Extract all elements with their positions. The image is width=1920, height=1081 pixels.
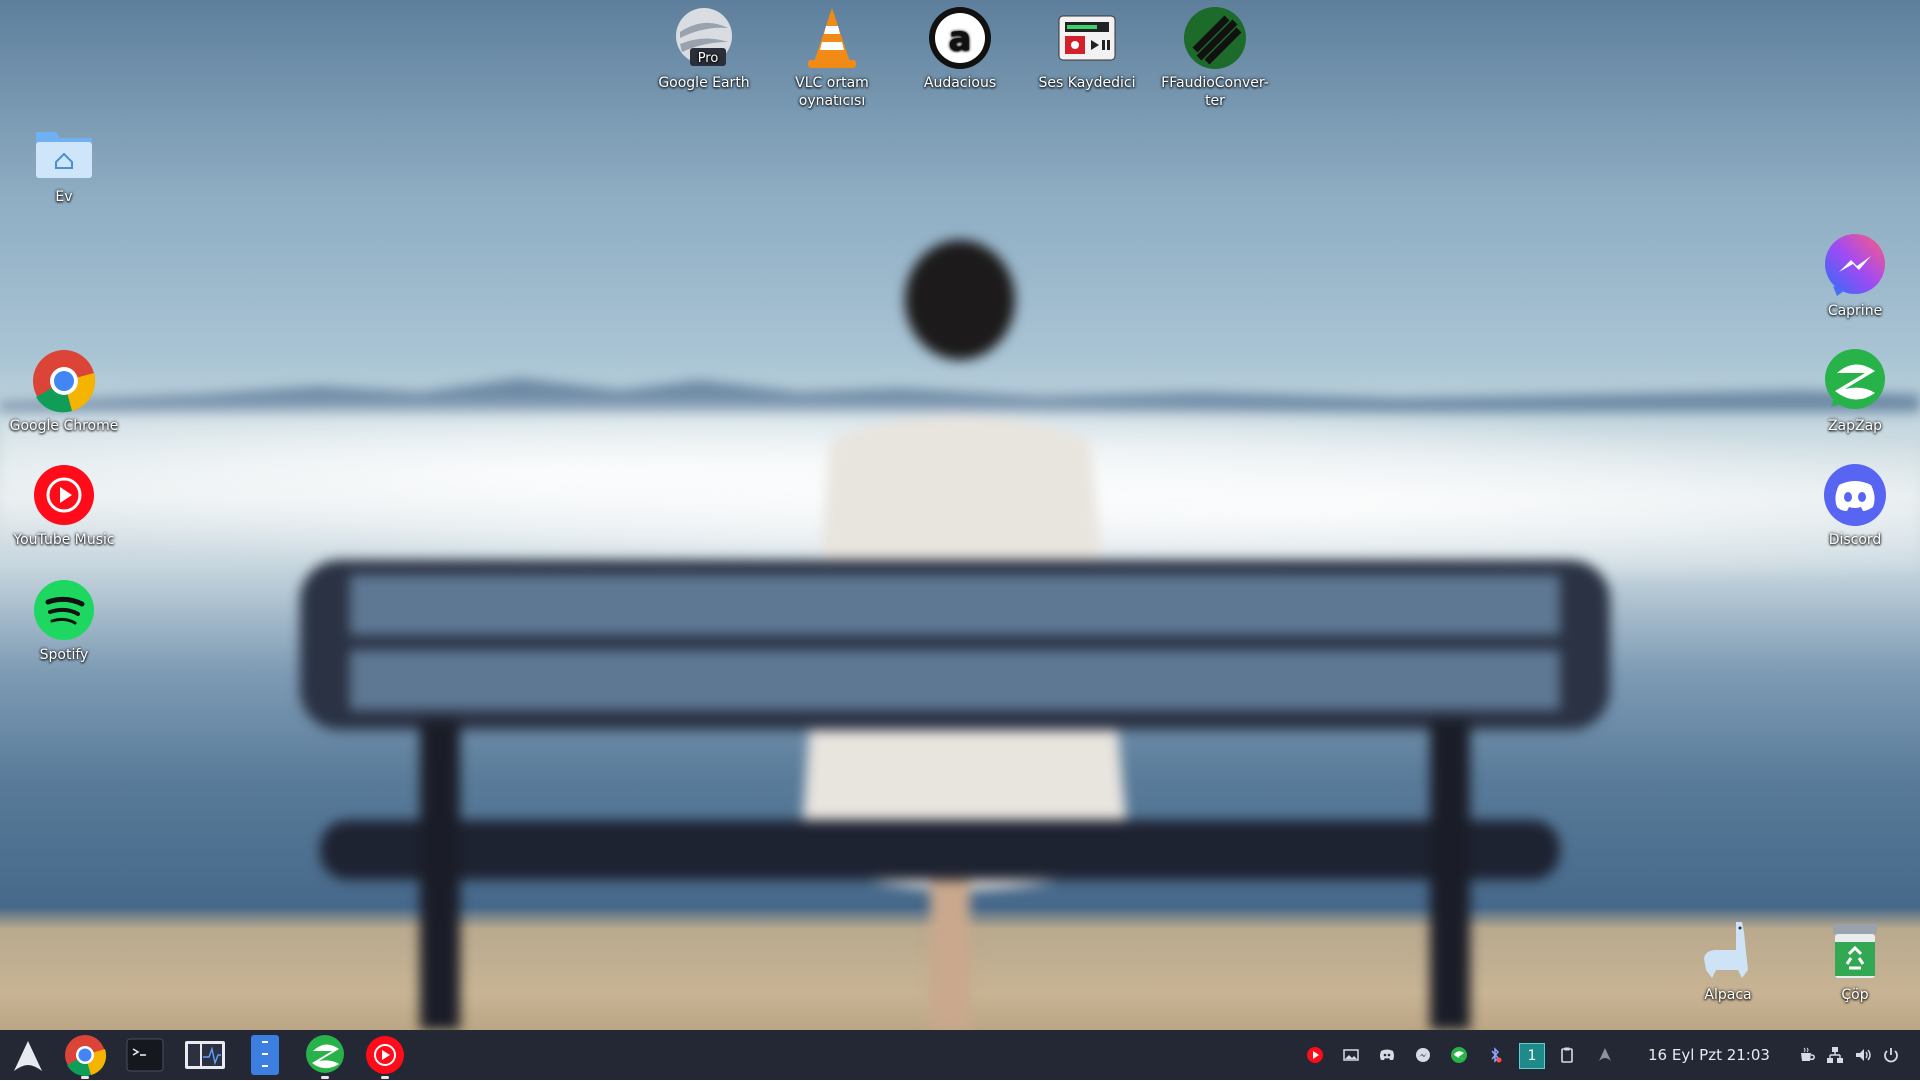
desktop-icon-youtube-music[interactable]: YouTube Music xyxy=(8,463,120,549)
network-icon[interactable] xyxy=(1825,1045,1845,1065)
desktop-icon-label: Spotify xyxy=(39,647,89,663)
clock[interactable]: 16 Eyl Pzt 21:03 xyxy=(1648,1045,1770,1065)
desktop-icon-label: YouTube Music xyxy=(13,532,115,548)
desktop-icon-google-earth[interactable]: Pro Google Earth xyxy=(648,6,760,92)
taskbar-zapzap-icon[interactable] xyxy=(303,1033,347,1079)
desktop-icon-label: Çöp xyxy=(1841,987,1869,1003)
svg-text:a: a xyxy=(949,19,972,59)
desktop-icon-label: Google Earth xyxy=(658,75,750,91)
desktop-icon-ffaudioconverter[interactable]: FFaudioConver-ter xyxy=(1159,6,1271,110)
desktop-icon-audacious[interactable]: a Audacious xyxy=(904,6,1016,92)
desktop-icon-ev[interactable]: Ev xyxy=(8,120,120,206)
running-indicator xyxy=(381,1076,389,1079)
desktop-icon-cop[interactable]: Çöp xyxy=(1799,918,1911,1004)
bench-and-person xyxy=(300,240,1610,1030)
youtube-music-icon xyxy=(32,463,96,527)
desktop-icon-google-chrome[interactable]: Google Chrome xyxy=(8,349,120,435)
alpaca-icon xyxy=(1696,918,1760,982)
clipboard-tray-icon[interactable] xyxy=(1557,1045,1577,1065)
discord-icon xyxy=(1823,463,1887,527)
bluetooth-tray-icon[interactable] xyxy=(1485,1045,1505,1065)
power-icon[interactable] xyxy=(1881,1045,1901,1065)
chrome-icon xyxy=(32,349,96,413)
spotify-icon xyxy=(32,578,96,642)
caprine-messenger-icon xyxy=(1823,234,1887,298)
messenger-tray-icon[interactable] xyxy=(1413,1045,1433,1065)
desktop-icon-label: Ev xyxy=(55,189,73,205)
sound-recorder-icon xyxy=(1055,6,1119,70)
running-indicator xyxy=(321,1076,329,1079)
zapzap-icon xyxy=(1823,349,1887,413)
desktop-icon-label: Discord xyxy=(1828,532,1882,548)
arch-update-tray-icon[interactable] xyxy=(1595,1045,1615,1065)
wallpaper-scene xyxy=(0,0,1920,1030)
desktop-icon-label: Alpaca xyxy=(1704,987,1752,1003)
youtube-music-tray-icon[interactable] xyxy=(1305,1045,1325,1065)
discord-tray-icon[interactable] xyxy=(1377,1045,1397,1065)
taskbar-file-manager-icon[interactable] xyxy=(243,1033,287,1077)
desktop-icon-discord[interactable]: Discord xyxy=(1799,463,1911,549)
desktop-icon-caprine[interactable]: Caprine xyxy=(1799,234,1911,320)
taskbar-terminal-icon[interactable] xyxy=(123,1033,167,1077)
desktop-icon-label: Audacious xyxy=(923,75,997,91)
desktop-icon-ses-kaydedici[interactable]: Ses Kaydedici xyxy=(1031,6,1143,92)
workspace-indicator[interactable]: 1 xyxy=(1519,1043,1545,1069)
taskbar-system-monitor-icon[interactable] xyxy=(183,1033,227,1077)
trash-icon xyxy=(1823,918,1887,982)
desktop-icon-label: Caprine xyxy=(1827,303,1883,319)
ffaudioconverter-icon xyxy=(1183,6,1247,70)
image-tray-icon[interactable] xyxy=(1341,1045,1361,1065)
audacious-icon: a xyxy=(928,6,992,70)
desktop-icon-label: FFaudioConver-ter xyxy=(1161,75,1269,109)
google-earth-pro-icon: Pro xyxy=(672,6,736,70)
desktop-icon-label: ZapZap xyxy=(1827,418,1883,434)
zapzap-tray-icon[interactable] xyxy=(1449,1045,1469,1065)
svg-text:Pro: Pro xyxy=(698,51,719,66)
desktop-icon-vlc[interactable]: VLC ortam oynatıcısı xyxy=(776,6,888,110)
desktop-icon-spotify[interactable]: Spotify xyxy=(8,578,120,664)
volume-icon[interactable] xyxy=(1853,1045,1873,1065)
taskbar-youtube-music-icon[interactable] xyxy=(363,1033,407,1079)
desktop-icon-zapzap[interactable]: ZapZap xyxy=(1799,349,1911,435)
taskbar-chrome-icon[interactable] xyxy=(63,1033,107,1079)
desktop-icon-label: VLC ortam oynatıcısı xyxy=(795,75,869,109)
desktop-icon-alpaca[interactable]: Alpaca xyxy=(1672,918,1784,1004)
running-indicator xyxy=(81,1076,89,1079)
taskbar: 1 16 Eyl Pzt 21:03 xyxy=(0,1030,1920,1080)
desktop-icon-label: Google Chrome xyxy=(9,418,119,434)
home-folder-icon xyxy=(32,120,96,184)
caffeine-icon[interactable] xyxy=(1797,1045,1817,1065)
desktop-icon-label: Ses Kaydedici xyxy=(1038,75,1136,91)
desktop-wallpaper xyxy=(0,0,1920,1080)
vlc-cone-icon xyxy=(800,6,864,70)
arch-launcher-icon[interactable] xyxy=(6,1033,50,1077)
